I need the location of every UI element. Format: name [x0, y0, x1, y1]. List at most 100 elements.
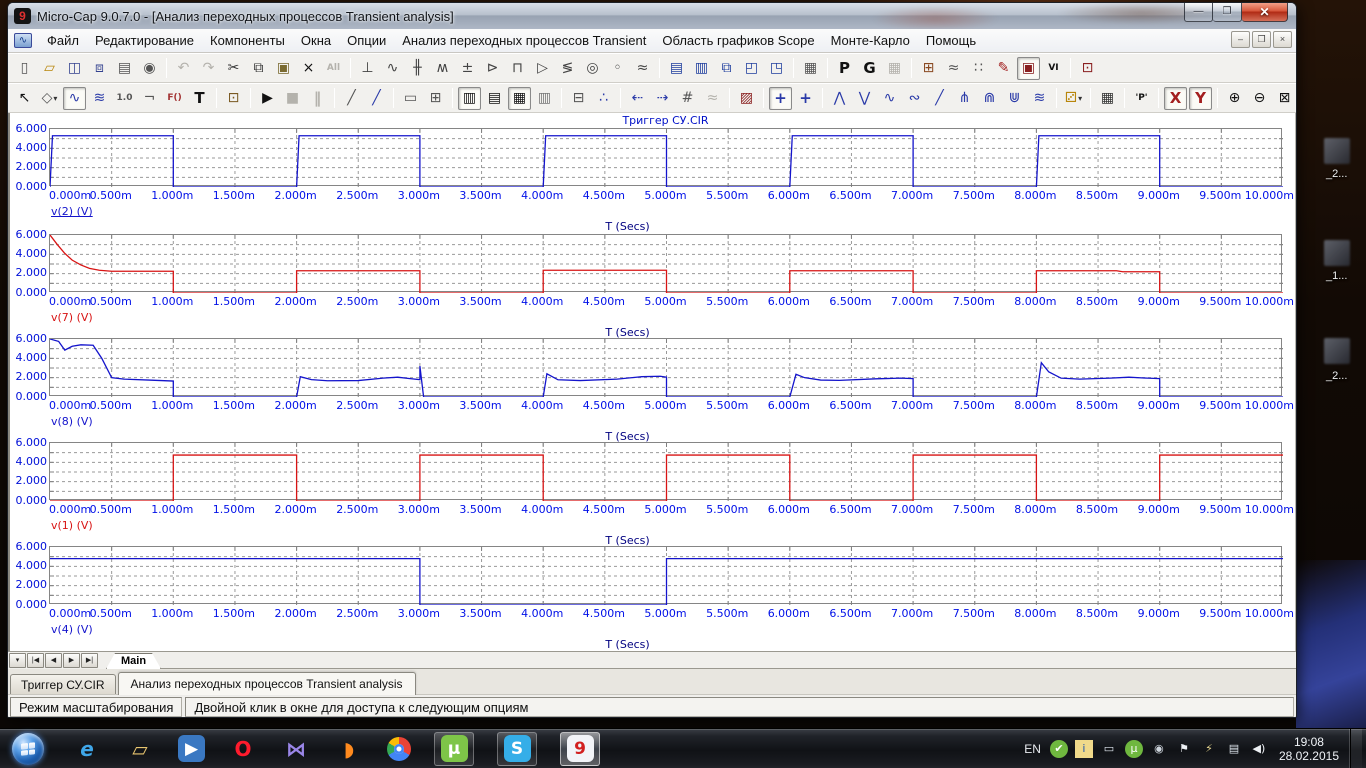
file-tab-2[interactable]: Анализ переходных процессов Transient an… [118, 672, 416, 695]
show-desktop-button[interactable] [1350, 729, 1362, 768]
plot-1-frame[interactable] [49, 128, 1282, 186]
menu-item-4[interactable]: Окна [293, 31, 339, 50]
shape-editor-icon[interactable]: ≈ [942, 57, 965, 80]
skype-icon[interactable]: S [504, 735, 531, 762]
opera-icon[interactable]: O [228, 734, 258, 764]
display-tray-icon[interactable]: ▭ [1100, 740, 1118, 758]
internet-explorer-icon[interactable]: e [72, 734, 102, 764]
firefox-icon[interactable]: ◗ [334, 734, 364, 764]
grid-icon[interactable]: ⊞ [424, 87, 447, 110]
antivirus-tray-icon[interactable]: ✔ [1050, 740, 1068, 758]
analog-source-icon[interactable]: ≋ [88, 87, 111, 110]
save-all-icon[interactable]: ⧈ [88, 57, 111, 80]
vi-probe-icon[interactable]: VI [1042, 57, 1065, 80]
cut-icon[interactable]: ✂ [222, 57, 245, 80]
maximize-button[interactable]: ❒ [1213, 3, 1242, 22]
text-mode-icon[interactable]: T [188, 87, 211, 110]
flag-tray-icon[interactable]: ⚑ [1175, 740, 1193, 758]
calculator-icon[interactable]: ▦ [799, 57, 822, 80]
line-tool-icon[interactable]: ╱ [340, 87, 363, 110]
power-tray-icon[interactable]: ⚡ [1200, 740, 1218, 758]
node-probe-icon[interactable]: ≈ [631, 57, 654, 80]
buffer-icon[interactable]: ▷ [531, 57, 554, 80]
sine-source-icon[interactable]: ∿ [381, 57, 404, 80]
signal-label-v(1)[interactable]: v(1) (V) [51, 519, 93, 532]
next-page-button[interactable]: ▶ [63, 653, 80, 668]
desktop-shortcut-icon[interactable] [1324, 338, 1350, 364]
zoom-region-icon[interactable]: ⊠ [1273, 87, 1296, 110]
horizontal-stripes-icon[interactable]: ▤ [483, 87, 506, 110]
page-list-button[interactable]: ▾ [9, 653, 26, 668]
plot-3-frame[interactable] [49, 338, 1282, 396]
utorrent-icon[interactable]: µ [441, 735, 468, 762]
new-window-icon[interactable]: ◳ [765, 57, 788, 80]
stop-icon[interactable]: ■ [281, 87, 304, 110]
auto-scale-y-icon[interactable]: Y [1189, 87, 1212, 110]
inflection-icon[interactable]: ⋔ [953, 87, 976, 110]
plot-5-frame[interactable] [49, 546, 1282, 604]
menu-item-7[interactable]: Область графиков Scope [654, 31, 822, 50]
print-preview-icon[interactable]: ◉ [138, 57, 161, 80]
redo-icon[interactable]: ↷ [197, 57, 220, 80]
auto-scale-x-icon[interactable]: X [1164, 87, 1187, 110]
utorrent-icon-slot[interactable]: µ [434, 732, 474, 766]
microcap-taskbar-icon-slot[interactable]: 9 [560, 732, 600, 766]
tile-vertical-icon[interactable]: ▥ [690, 57, 713, 80]
component-editor-icon[interactable]: ⊞ [917, 57, 940, 80]
prev-page-button[interactable]: ◀ [45, 653, 62, 668]
select-mode-icon[interactable]: ↖ [13, 87, 36, 110]
low-icon[interactable]: ∾ [903, 87, 926, 110]
tag-waveform-icon[interactable]: ≈ [701, 87, 724, 110]
update-tray-icon[interactable]: i [1075, 740, 1093, 758]
voltmeter-icon[interactable]: ◎ [581, 57, 604, 80]
digital-stimulus-icon[interactable]: 1.0 [113, 87, 136, 110]
global-low-icon[interactable]: ⋓ [1003, 87, 1026, 110]
microcap-taskbar-icon[interactable]: 9 [567, 735, 594, 762]
menu-item-6[interactable]: Анализ переходных процессов Transient [394, 31, 654, 50]
dotted-grid-icon[interactable]: ▥ [533, 87, 556, 110]
polyline-tool-icon[interactable]: ╱ [365, 87, 388, 110]
properties-icon[interactable]: ⊡ [222, 87, 245, 110]
kmplayer-icon[interactable]: ⋈ [281, 734, 311, 764]
tracker-icon[interactable]: ∴ [592, 87, 615, 110]
g-symbol-button[interactable]: G [858, 57, 881, 80]
zoom-out-icon[interactable]: ⊖ [1248, 87, 1271, 110]
high-icon[interactable]: ∿ [878, 87, 901, 110]
plot-area[interactable]: Триггер СУ.CIR6.0004.0002.0000.0000.000m… [8, 113, 1296, 651]
titlebar[interactable]: 9 Micro-Cap 9.0.7.0 - [Анализ переходных… [8, 3, 1296, 29]
mdi-restore-button[interactable]: ❒ [1252, 31, 1271, 48]
graphics-mode-icon[interactable]: ∿ [63, 87, 86, 110]
peak-icon[interactable]: ⋀ [828, 87, 851, 110]
cascade-icon[interactable]: ⧉ [715, 57, 738, 80]
fx-source-icon[interactable]: F() [163, 87, 186, 110]
open-folder-icon[interactable]: ▱ [38, 57, 61, 80]
signal-label-v(7)[interactable]: v(7) (V) [51, 311, 93, 324]
go-to-branch-icon[interactable]: ⚂▾ [1062, 87, 1085, 110]
save-icon[interactable]: ◫ [63, 57, 86, 80]
menu-item-8[interactable]: Монте-Карло [823, 31, 918, 50]
periodic-steady-state-button[interactable]: 'P' [1130, 87, 1153, 110]
mdi-close-button[interactable]: × [1273, 31, 1292, 48]
ground-icon[interactable]: ⊥ [356, 57, 379, 80]
select-region-icon[interactable]: ▭ [399, 87, 422, 110]
start-button[interactable] [8, 729, 48, 768]
split-pane-icon[interactable]: ⊟ [567, 87, 590, 110]
tag-point-icon[interactable]: # [676, 87, 699, 110]
undo-icon[interactable]: ↶ [172, 57, 195, 80]
windows-explorer-icon[interactable]: ▱ [125, 734, 155, 764]
signal-label-v(2)[interactable]: v(2) (V) [51, 205, 93, 218]
resistor-icon[interactable]: ≶ [556, 57, 579, 80]
menu-item-5[interactable]: Опции [339, 31, 394, 50]
run-icon[interactable]: ▶ [256, 87, 279, 110]
signal-label-v(4)[interactable]: v(4) (V) [51, 623, 93, 636]
p-symbol-button[interactable]: P [833, 57, 856, 80]
desktop-shortcut-icon[interactable] [1324, 240, 1350, 266]
media-tray-icon[interactable]: ◉ [1150, 740, 1168, 758]
inductor-icon[interactable]: ʍ [431, 57, 454, 80]
utorrent-tray-icon[interactable]: µ [1125, 740, 1143, 758]
copy-icon[interactable]: ⧉ [247, 57, 270, 80]
chrome-icon[interactable] [387, 737, 411, 761]
last-page-button[interactable]: ▶| [81, 653, 98, 668]
clock[interactable]: 19:08 28.02.2015 [1279, 735, 1339, 763]
speaker-tray-icon[interactable]: ◀) [1250, 740, 1268, 758]
